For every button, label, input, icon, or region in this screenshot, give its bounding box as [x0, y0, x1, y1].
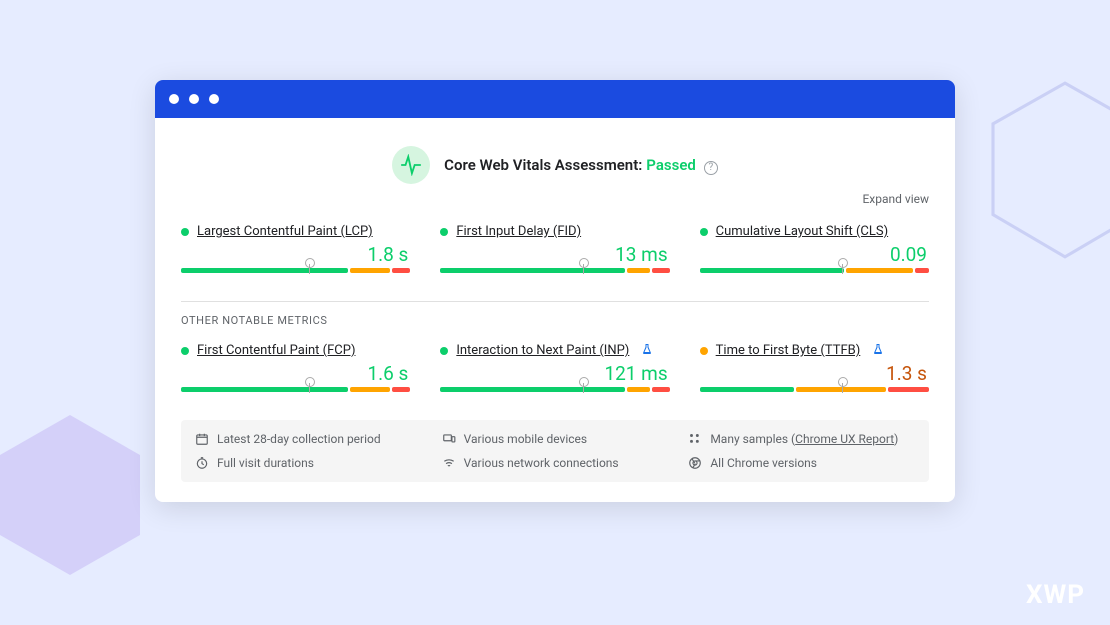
metric-bar — [440, 268, 669, 273]
wifi-icon — [442, 456, 456, 470]
calendar-icon — [195, 432, 209, 446]
metric-link-lcp[interactable]: Largest Contentful Paint (LCP) — [197, 224, 373, 239]
status-dot-icon — [181, 347, 189, 355]
bar-marker-icon — [583, 381, 584, 393]
decorative-hexagon — [0, 415, 140, 575]
metric-link-inp[interactable]: Interaction to Next Paint (INP) — [456, 343, 629, 358]
status-dot-icon — [440, 228, 448, 236]
footer-devices: Various mobile devices — [442, 432, 669, 446]
help-icon[interactable]: ? — [704, 161, 718, 175]
data-source-info: Latest 28-day collection period Various … — [181, 420, 929, 482]
clock-icon — [195, 456, 209, 470]
samples-icon — [688, 432, 702, 446]
assessment-title: Core Web Vitals Assessment: — [444, 156, 642, 174]
bar-marker-icon — [583, 262, 584, 274]
metric-bar — [700, 387, 929, 392]
metric-link-cls[interactable]: Cumulative Layout Shift (CLS) — [716, 224, 888, 239]
metric-value: 0.09 — [700, 243, 929, 266]
metric-bar — [440, 387, 669, 392]
metric-link-fcp[interactable]: First Contentful Paint (FCP) — [197, 343, 356, 358]
section-other-label: OTHER NOTABLE METRICS — [171, 314, 939, 337]
metric-value: 1.3 s — [700, 362, 929, 385]
metric-value: 1.8 s — [181, 243, 410, 266]
bar-marker-icon — [842, 381, 843, 393]
vitals-icon — [392, 146, 430, 184]
metric-link-ttfb[interactable]: Time to First Byte (TTFB) — [716, 343, 861, 358]
metric-bar — [700, 268, 929, 273]
footer-connections: Various network connections — [442, 456, 669, 470]
metric-fcp: First Contentful Paint (FCP) 1.6 s — [181, 343, 410, 392]
crux-report-link[interactable]: Chrome UX Report — [795, 432, 894, 446]
expand-view-link[interactable]: Expand view — [862, 192, 929, 206]
browser-titlebar — [155, 80, 955, 118]
experimental-icon — [872, 343, 884, 358]
decorative-hexagon — [985, 80, 1110, 260]
bar-marker-icon — [309, 262, 310, 274]
metric-value: 13 ms — [440, 243, 669, 266]
metric-link-fid[interactable]: First Input Delay (FID) — [456, 224, 581, 239]
assessment-header: Core Web Vitals Assessment: Passed ? — [171, 146, 939, 184]
chrome-icon — [688, 456, 702, 470]
metric-inp: Interaction to Next Paint (INP) 121 ms — [440, 343, 669, 392]
bar-marker-icon — [842, 262, 843, 274]
metric-value: 121 ms — [440, 362, 669, 385]
divider — [181, 301, 929, 302]
status-dot-icon — [700, 228, 708, 236]
footer-samples: Many samples (Chrome UX Report) — [688, 432, 915, 446]
experimental-icon — [641, 343, 653, 358]
window-control-dot[interactable] — [209, 94, 219, 104]
metric-bar — [181, 387, 410, 392]
assessment-status: Passed — [646, 156, 696, 174]
watermark-logo: XWP — [1026, 580, 1085, 610]
metric-value: 1.6 s — [181, 362, 410, 385]
bar-marker-icon — [309, 381, 310, 393]
devices-icon — [442, 432, 456, 446]
status-dot-icon — [700, 347, 708, 355]
footer-versions: All Chrome versions — [688, 456, 915, 470]
browser-window: Core Web Vitals Assessment: Passed ? Exp… — [155, 80, 955, 502]
metric-lcp: Largest Contentful Paint (LCP) 1.8 s — [181, 224, 410, 273]
footer-durations: Full visit durations — [195, 456, 422, 470]
metric-ttfb: Time to First Byte (TTFB) 1.3 s — [700, 343, 929, 392]
footer-collection: Latest 28-day collection period — [195, 432, 422, 446]
status-dot-icon — [181, 228, 189, 236]
metric-bar — [181, 268, 410, 273]
window-control-dot[interactable] — [169, 94, 179, 104]
status-dot-icon — [440, 347, 448, 355]
window-control-dot[interactable] — [189, 94, 199, 104]
metric-fid: First Input Delay (FID) 13 ms — [440, 224, 669, 273]
metric-cls: Cumulative Layout Shift (CLS) 0.09 — [700, 224, 929, 273]
